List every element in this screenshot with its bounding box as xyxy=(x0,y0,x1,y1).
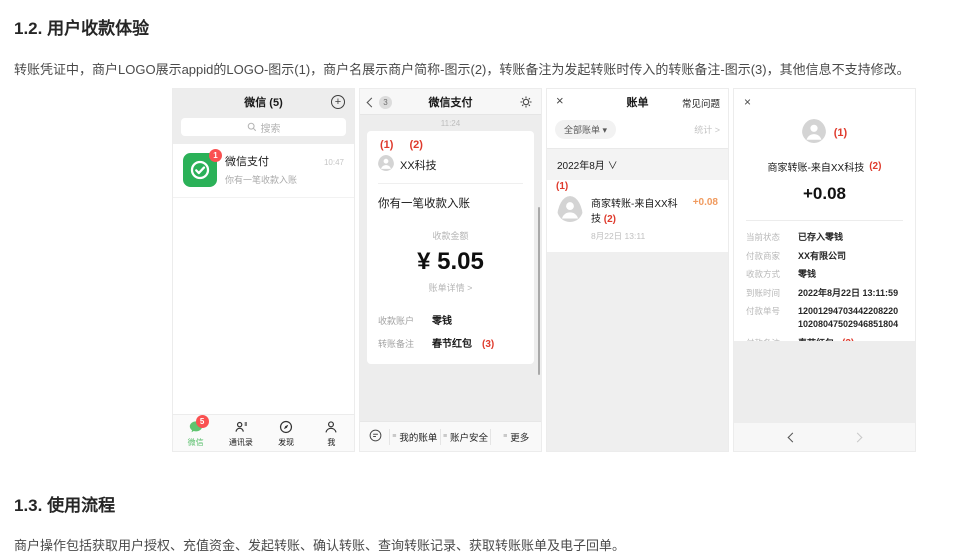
search-icon xyxy=(247,122,257,132)
annotation-1: (1) xyxy=(380,139,393,151)
bill-list-item[interactable]: (1) 商家转账-来自XX科技 (2) 8月22日 13:11 +0.08 xyxy=(547,180,728,252)
tab-chats-badge: 5 xyxy=(196,415,209,428)
section-body-usage-flow: 商户操作包括获取用户授权、充值资金、发起转账、确认转账、查询转账记录、获取转账账… xyxy=(14,536,937,556)
chat-item-name: 微信支付 xyxy=(225,153,269,169)
menu-icon: ≡ xyxy=(443,433,447,440)
detail-row-method: 收款方式 零钱 xyxy=(746,268,903,281)
search-input[interactable]: 搜索 xyxy=(181,118,346,136)
month-group-header[interactable]: 2022年8月 ∨ xyxy=(547,148,728,180)
next-arrow-icon[interactable] xyxy=(852,432,862,442)
search-area: 搜索 xyxy=(173,115,354,144)
phone-screenshots-strip: 微信 (5) + 搜索 1 微信支付 10:47 xyxy=(172,88,916,452)
menu-icon: ≡ xyxy=(392,433,396,440)
faq-link[interactable]: 常见问题 xyxy=(682,96,720,110)
person-icon xyxy=(323,419,339,435)
scrollbar[interactable] xyxy=(538,207,540,375)
card-title: 你有一笔收款入账 xyxy=(378,195,523,211)
annotation-2: (2) xyxy=(869,161,881,172)
merchant-name: XX科技 xyxy=(400,157,437,173)
annotation-1: (1) xyxy=(834,127,847,139)
statistics-link[interactable]: 统计 > xyxy=(694,123,720,136)
pay-chat-header: 3 微信支付 xyxy=(360,89,541,115)
detail-avatar-row: (1) xyxy=(734,119,915,146)
bill-item-time: 8月22日 13:11 xyxy=(591,230,685,242)
annotation-2: (2) xyxy=(409,139,422,151)
back-chevron-icon xyxy=(367,98,377,108)
detail-background-area xyxy=(734,341,915,423)
annotation-3: (3) xyxy=(482,339,494,350)
back-count-badge: 3 xyxy=(379,96,392,109)
back-button[interactable]: 3 xyxy=(368,96,392,109)
phone-bill-detail: × (1) 商家转账-来自XX科技 (2) +0.08 当前状态 已存入零钱 付… xyxy=(733,88,916,452)
detail-title-row: 商家转账-来自XX科技 (2) xyxy=(734,159,915,174)
section-body-user-receive-experience: 转账凭证中，商户LOGO展示appid的LOGO-图示(1)，商户名展示商户简称… xyxy=(14,60,937,80)
receive-money-card[interactable]: (1) (2) XX科技 你有一笔收款入账 收款金额 ¥ 5.05 账单详情 >… xyxy=(367,131,534,364)
merchant-avatar xyxy=(378,155,394,174)
close-icon[interactable]: × xyxy=(744,95,751,109)
chat-list-header: 微信 (5) + xyxy=(173,89,354,115)
bill-filter-pill[interactable]: 全部账单 ▾ xyxy=(555,120,616,139)
toolbar-item-account-security[interactable]: ≡ 账户安全 xyxy=(440,429,491,445)
chat-list-title: 微信 (5) xyxy=(244,94,283,110)
chat-item-time: 10:47 xyxy=(324,158,344,167)
detail-row-merchant: 付款商家 XX有限公司 xyxy=(746,250,903,263)
tab-discover[interactable]: 发现 xyxy=(264,415,309,451)
keyboard-icon[interactable] xyxy=(368,428,383,446)
bill-list-title: 账单 xyxy=(627,94,649,110)
account-row: 收款账户 零钱 xyxy=(378,312,523,327)
chat-list-item-wechat-pay[interactable]: 1 微信支付 10:47 你有一笔收款入账 xyxy=(173,144,354,198)
tab-me[interactable]: 我 xyxy=(309,415,354,451)
unread-badge: 1 xyxy=(209,149,222,162)
phone-bill-list: × 账单 常见问题 全部账单 ▾ 统计 > 2022年8月 ∨ (1) 商家转账… xyxy=(546,88,729,452)
annotation-2: (2) xyxy=(604,214,616,225)
amount-value: ¥ 5.05 xyxy=(378,248,523,276)
phone-wechat-pay-chat: 3 微信支付 11:24 (1) (2) XX科技 xyxy=(359,88,542,452)
annotation-row: (1) (2) xyxy=(378,137,523,155)
detail-row-arrival-time: 到账时间 2022年8月22日 13:11:59 xyxy=(746,287,903,300)
wechat-pay-icon: 1 xyxy=(183,153,217,187)
toolbar-item-my-bills[interactable]: ≡ 我的账单 xyxy=(389,429,440,445)
toolbar-item-more[interactable]: ≡ 更多 xyxy=(490,429,541,445)
detail-row-status: 当前状态 已存入零钱 xyxy=(746,231,903,244)
bill-detail-link[interactable]: 账单详情 > xyxy=(378,281,523,294)
amount-label: 收款金额 xyxy=(378,229,523,242)
search-placeholder: 搜索 xyxy=(261,120,281,135)
detail-title: 商家转账-来自XX科技 xyxy=(768,159,865,174)
tab-contacts[interactable]: 通讯录 xyxy=(218,415,263,451)
bill-list-header: × 账单 常见问题 xyxy=(547,89,728,115)
transfer-avatar xyxy=(557,196,583,242)
documentation-page: 1.2. 用户收款体验 转账凭证中，商户LOGO展示appid的LOGO-图示(… xyxy=(0,0,957,559)
chat-bubble-icon: 5 xyxy=(188,419,204,435)
compass-icon xyxy=(278,419,294,435)
bill-item-amount: +0.08 xyxy=(693,193,718,242)
section-heading-usage-flow: 1.3. 使用流程 xyxy=(14,491,115,516)
close-icon[interactable]: × xyxy=(556,93,564,108)
chat-item-preview: 你有一笔收款入账 xyxy=(225,173,344,186)
chat-item-text: 微信支付 10:47 你有一笔收款入账 xyxy=(225,153,344,187)
remark-row: 转账备注 春节红包 (3) xyxy=(378,335,523,350)
message-timestamp: 11:24 xyxy=(360,119,541,128)
merchant-row: XX科技 xyxy=(378,155,523,184)
tab-chats[interactable]: 5 微信 xyxy=(173,415,218,451)
phone-wechat-chat-list: 微信 (5) + 搜索 1 微信支付 10:47 xyxy=(172,88,355,452)
bill-item-text: 商家转账-来自XX科技 (2) 8月22日 13:11 xyxy=(591,193,685,242)
section-heading-user-receive-experience: 1.2. 用户收款体验 xyxy=(14,14,149,39)
contacts-icon xyxy=(233,419,249,435)
detail-amount: +0.08 xyxy=(734,184,915,204)
official-account-toolbar: ≡ 我的账单 ≡ 账户安全 ≡ 更多 xyxy=(360,421,541,451)
detail-rows: 当前状态 已存入零钱 付款商家 XX有限公司 收款方式 零钱 到账时间 2022… xyxy=(734,221,915,349)
menu-icon: ≡ xyxy=(503,433,507,440)
annotation-1: (1) xyxy=(556,181,568,192)
transfer-avatar xyxy=(802,119,826,146)
bill-filter-row: 全部账单 ▾ 统计 > xyxy=(547,115,728,148)
previous-arrow-icon[interactable] xyxy=(787,432,797,442)
add-icon[interactable]: + xyxy=(331,95,345,109)
pay-chat-title: 微信支付 xyxy=(429,94,473,110)
gear-icon[interactable] xyxy=(519,95,533,112)
detail-row-payment-number: 付款单号 12001294703442208220102080475029468… xyxy=(746,305,903,330)
detail-pager-bar xyxy=(734,423,915,451)
bottom-tab-bar: 5 微信 通讯录 发现 xyxy=(173,414,354,451)
